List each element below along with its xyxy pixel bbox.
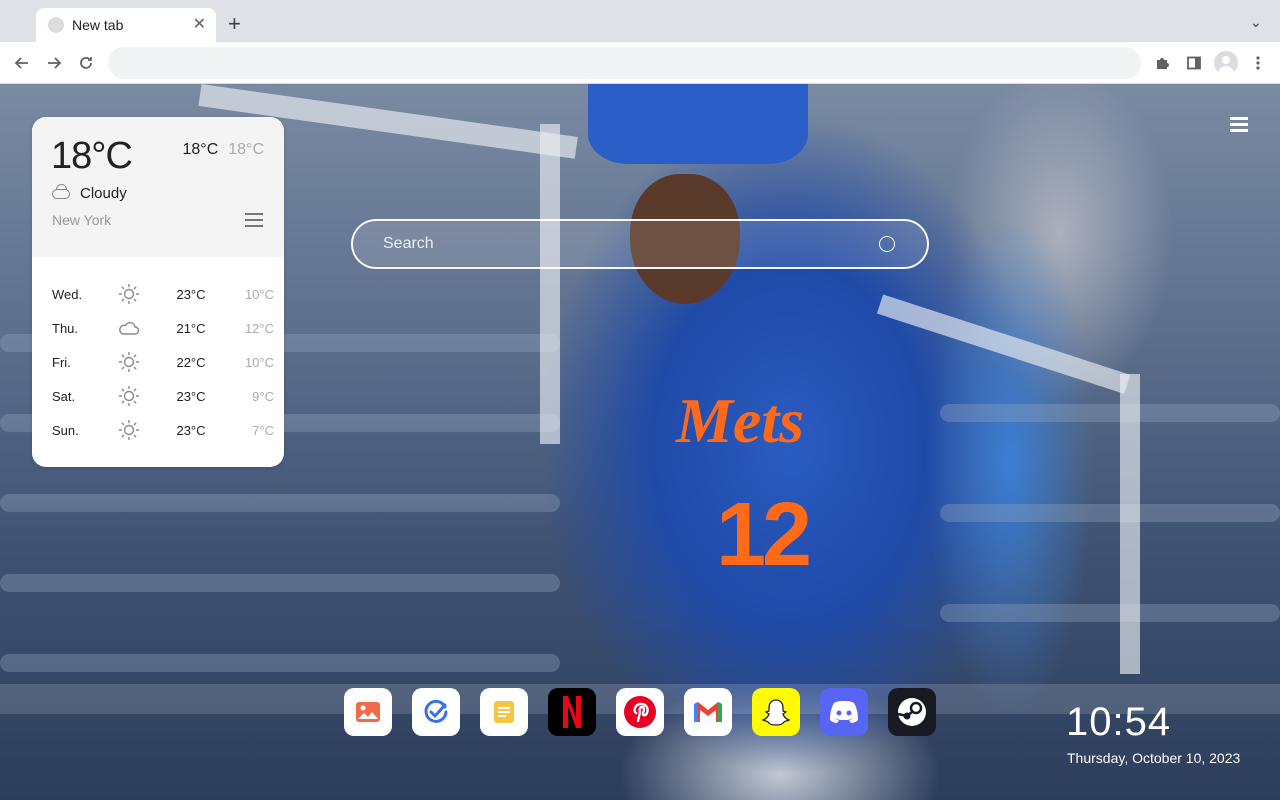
- extensions-puzzle-icon[interactable]: [1150, 51, 1174, 75]
- address-bar[interactable]: [108, 47, 1141, 79]
- forecast-day: Sat.: [52, 388, 76, 404]
- forecast-day: Sun.: [52, 422, 79, 438]
- forecast-day: Thu.: [52, 320, 79, 336]
- sun-icon: [100, 419, 158, 441]
- forecast-row: Wed. 23°C 10°C: [32, 277, 284, 311]
- forward-arrow-icon[interactable]: [42, 51, 66, 75]
- search-input[interactable]: [383, 233, 863, 255]
- jersey-text: Mets: [676, 385, 804, 456]
- condition-label: Cloudy: [80, 185, 127, 202]
- forecast-low: 7°C: [252, 422, 274, 438]
- discord-app[interactable]: [820, 688, 868, 736]
- city-label: New York: [52, 212, 112, 228]
- forecast-low: 12°C: [244, 320, 274, 336]
- tab-title: New tab: [72, 17, 124, 33]
- forecast-list: Wed. 23°C 10°C Thu. 21°C 12°C Fri. 22°C …: [32, 277, 284, 447]
- new-tab-button[interactable]: +: [228, 13, 241, 35]
- low-temperature: 18°C: [228, 141, 264, 158]
- tab-strip: New tab ✕ + ⌄: [0, 0, 1280, 42]
- forecast-row: Thu. 21°C 12°C: [32, 311, 284, 345]
- netflix-icon: [563, 696, 581, 728]
- forecast-row: Sun. 23°C 7°C: [32, 413, 284, 447]
- note-icon: [494, 701, 514, 723]
- player-helmet: [588, 84, 808, 164]
- forecast-high: 23°C: [176, 422, 206, 438]
- tasks-app[interactable]: [412, 688, 460, 736]
- toolbar: [0, 42, 1280, 84]
- tab-favicon-icon: [48, 17, 64, 33]
- high-temperature: 18°C: [182, 141, 219, 158]
- notes-app[interactable]: [480, 688, 528, 736]
- forecast-low: 10°C: [244, 354, 274, 370]
- browser-menu-icon[interactable]: [1246, 51, 1270, 75]
- cloud-icon: [52, 188, 70, 199]
- pinterest-app[interactable]: [616, 688, 664, 736]
- sun-icon: [100, 283, 158, 305]
- gmail-app[interactable]: [684, 688, 732, 736]
- weather-menu-icon[interactable]: [245, 213, 263, 227]
- weather-widget[interactable]: 18°C 18°C 18°C Cloudy New York Wed. 23°C…: [32, 117, 284, 467]
- image-icon: [356, 702, 380, 722]
- forecast-day: Wed.: [52, 286, 83, 302]
- photos-app[interactable]: [344, 688, 392, 736]
- snapchat-icon: [761, 699, 791, 726]
- forecast-low: 10°C: [244, 286, 274, 302]
- forecast-row: Fri. 22°C 10°C: [32, 345, 284, 379]
- page-menu-icon[interactable]: [1230, 117, 1248, 132]
- pinterest-icon: [624, 696, 656, 728]
- weather-condition: Cloudy: [52, 185, 127, 202]
- steam-icon: [897, 698, 926, 726]
- discord-icon: [830, 701, 858, 723]
- jersey-number: 12: [716, 485, 812, 585]
- app-dock: [344, 688, 936, 736]
- forecast-row: Sat. 23°C 9°C: [32, 379, 284, 413]
- tab-search-chevron-icon[interactable]: ⌄: [1250, 14, 1262, 31]
- gmail-icon: [694, 702, 722, 722]
- snapchat-app[interactable]: [752, 688, 800, 736]
- close-tab-icon[interactable]: ✕: [193, 17, 206, 33]
- forecast-high: 23°C: [176, 286, 206, 302]
- cloud-icon: [100, 320, 158, 336]
- clock-time: 10:54: [1066, 700, 1172, 744]
- search-box[interactable]: [351, 219, 929, 269]
- check-circle-icon: [424, 699, 448, 723]
- steam-app[interactable]: [888, 688, 936, 736]
- weather-current: 18°C 18°C 18°C Cloudy New York: [32, 117, 284, 257]
- temperature-range: 18°C 18°C: [183, 141, 265, 159]
- sun-icon: [100, 385, 158, 407]
- profile-avatar-icon[interactable]: [1214, 51, 1238, 75]
- forecast-low: 9°C: [252, 388, 274, 404]
- forecast-high: 23°C: [176, 388, 206, 404]
- back-arrow-icon[interactable]: [10, 51, 34, 75]
- reload-icon[interactable]: [74, 51, 98, 75]
- tab-new-tab[interactable]: New tab ✕: [36, 8, 216, 42]
- sun-icon: [100, 351, 158, 373]
- netflix-app[interactable]: [548, 688, 596, 736]
- forecast-day: Fri.: [52, 354, 71, 370]
- forecast-high: 22°C: [176, 354, 206, 370]
- search-icon[interactable]: [879, 236, 895, 252]
- side-panel-icon[interactable]: [1182, 51, 1206, 75]
- clock-date: Thursday, October 10, 2023: [1067, 750, 1241, 766]
- current-temperature: 18°C: [51, 135, 133, 177]
- forecast-high: 21°C: [176, 320, 206, 336]
